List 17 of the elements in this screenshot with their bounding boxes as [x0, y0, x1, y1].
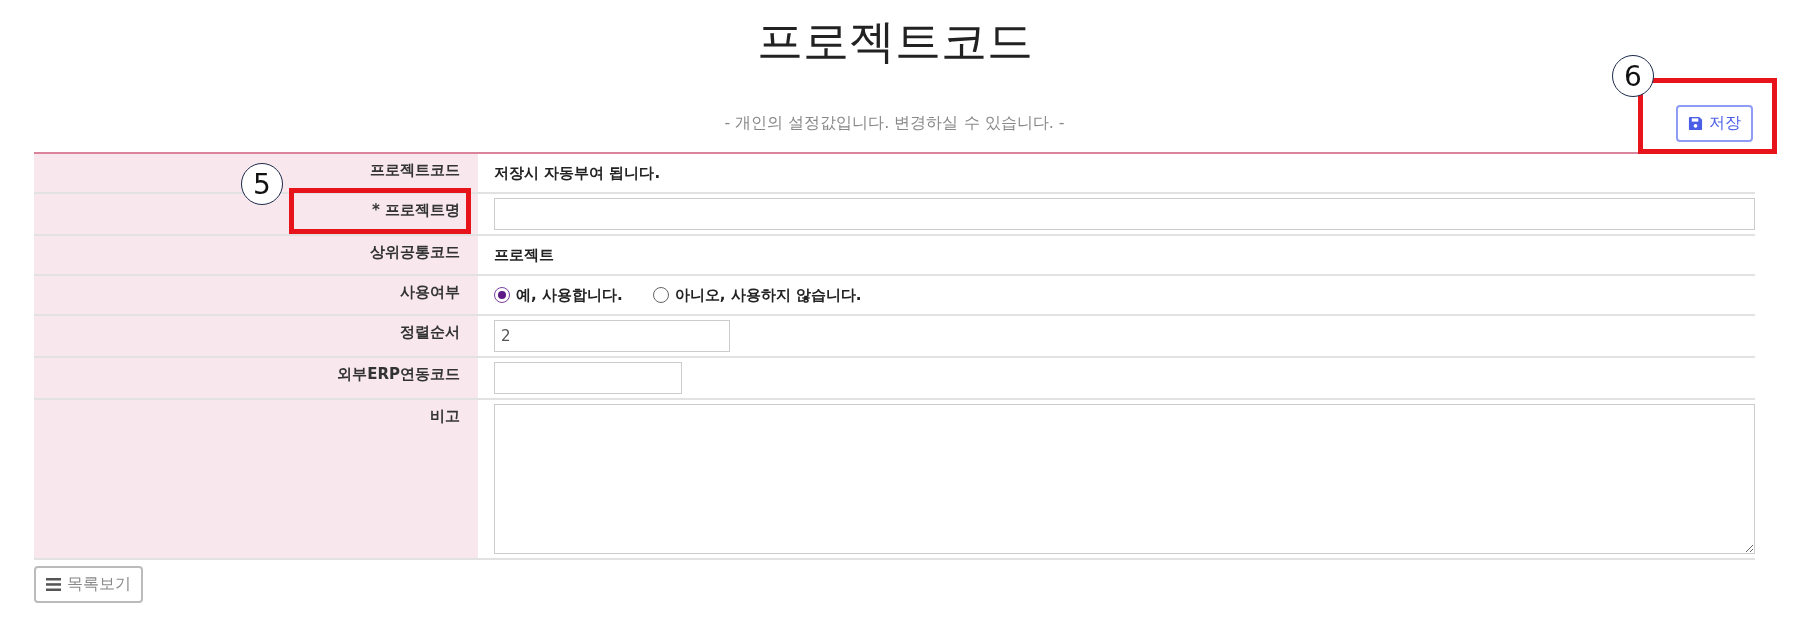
field-label: 정렬순서: [400, 323, 460, 342]
step-number: 6: [1612, 55, 1654, 97]
radio-option[interactable]: 아니오, 사용하지 않습니다.: [652, 285, 862, 305]
list-button[interactable]: 목록보기: [34, 566, 143, 603]
field-label: 상위공통코드: [370, 243, 460, 262]
field-value: 저장시 자동부여 됩니다.: [494, 163, 661, 183]
field-label: 사용여부: [400, 283, 460, 302]
radio-option[interactable]: 예, 사용합니다.: [494, 285, 623, 305]
field-value: 프로젝트: [494, 245, 554, 265]
input-field[interactable]: 2: [494, 320, 730, 352]
field-label: 프로젝트코드: [370, 161, 460, 180]
field-label: * 프로젝트명: [371, 201, 460, 220]
subtitle: - 개인의 설정값입니다. 변경하실 수 있습니다. -: [724, 113, 1065, 134]
field-label: 비고: [430, 407, 460, 426]
save-button[interactable]: 저장: [1676, 105, 1753, 142]
field-label: 외부ERP연동코드: [337, 365, 460, 384]
page-title: 프로젝트코드: [755, 13, 1034, 70]
